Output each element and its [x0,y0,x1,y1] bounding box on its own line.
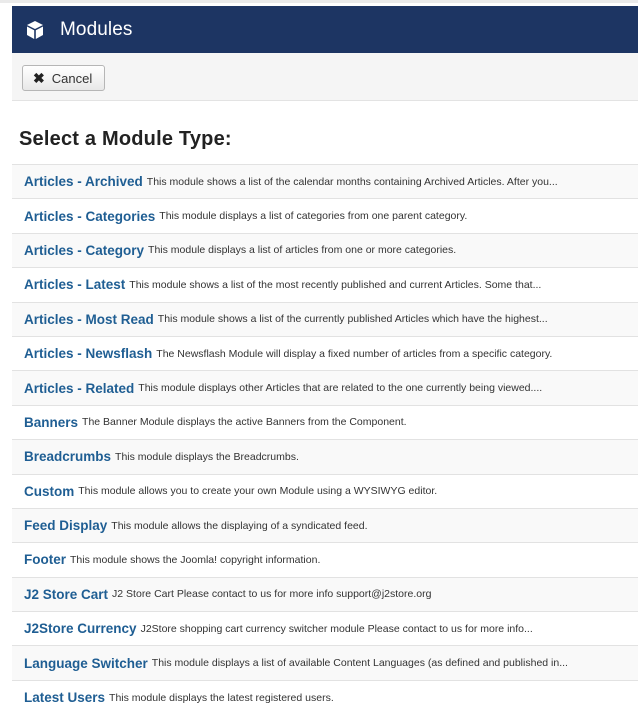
section-heading: Select a Module Type: [19,128,232,150]
module-row: J2 Store Cart J2 Store Cart Please contac… [12,576,638,612]
module-row: Footer This module shows the Joomla! copy… [12,542,638,576]
module-row: Articles - Related This module displays o… [12,370,638,405]
module-link[interactable]: Articles - Categories [24,209,155,224]
module-link[interactable]: Articles - Category [24,243,144,258]
module-row: Articles - Latest This module shows a lis… [12,267,638,301]
module-row: Breadcrumbs This module displays the Brea… [12,439,638,474]
cube-icon [24,19,46,41]
module-description: This module shows the Joomla! copyright … [70,553,321,566]
module-row: Feed Display This module allows the displ… [12,507,638,543]
module-link[interactable]: Footer [24,552,66,567]
module-description: This module displays a list of categorie… [159,210,468,223]
module-type-list: Articles - Archived This module shows a l… [12,164,638,714]
close-icon: ✖ [33,69,45,86]
module-row: Articles - Category This module displays … [12,232,638,268]
module-row: Latest Users This module displays the lat… [12,679,638,714]
module-row: Custom This module allows you to create y… [12,473,638,508]
toolbar: ✖ Cancel [12,53,638,101]
module-description: This module shows a list of the calendar… [146,175,558,188]
module-description: This module allows you to create your ow… [78,485,438,498]
module-description: This module displays a list of articles … [148,244,457,257]
module-description: J2 Store Cart Please contact to us for m… [112,588,432,601]
title-bar: Modules [12,6,638,53]
module-link[interactable]: Feed Display [24,518,107,533]
module-description: The Newsflash Module will display a fixe… [156,347,553,360]
module-link[interactable]: Breadcrumbs [24,449,111,464]
module-link[interactable]: J2Store Currency [24,621,137,636]
module-description: This module displays the Breadcrumbs. [115,450,299,463]
module-link[interactable]: Banners [24,415,78,430]
module-description: This module shows a list of the currentl… [157,313,548,326]
module-description: This module displays a list of available… [151,657,568,670]
module-description: This module displays the latest register… [109,691,334,704]
top-border [0,0,638,3]
module-description: This module shows a list of the most rec… [129,278,542,291]
module-link[interactable]: Language Switcher [24,656,148,671]
cancel-button[interactable]: ✖ Cancel [22,65,106,91]
module-link[interactable]: Latest Users [24,690,105,705]
page-title: Modules [60,18,133,40]
module-link[interactable]: Articles - Most Read [24,312,154,327]
module-link[interactable]: Articles - Newsflash [24,346,152,361]
module-link[interactable]: J2 Store Cart [24,587,108,602]
module-link[interactable]: Articles - Archived [24,174,143,189]
cancel-label: Cancel [51,70,93,86]
module-row: Banners The Banner Module displays the ac… [12,404,638,439]
module-row: Articles - Newsflash The Newsflash Module… [12,335,638,370]
module-description: J2Store shopping cart currency switcher … [140,622,533,635]
module-row: Articles - Most Read This module shows a … [12,301,638,336]
module-link[interactable]: Articles - Latest [24,277,125,292]
module-row: J2Store Currency J2Store shopping cart cu… [12,611,638,645]
module-row: Language Switcher This module displays a … [12,645,638,680]
module-row: Articles - Categories This module display… [12,198,638,232]
module-description: This module displays other Articles that… [138,382,543,395]
module-description: This module allows the displaying of a s… [111,519,368,532]
module-description: The Banner Module displays the active Ba… [82,416,407,429]
module-link[interactable]: Custom [24,484,74,499]
module-link[interactable]: Articles - Related [24,381,134,396]
module-row: Articles - Archived This module shows a l… [12,164,638,199]
